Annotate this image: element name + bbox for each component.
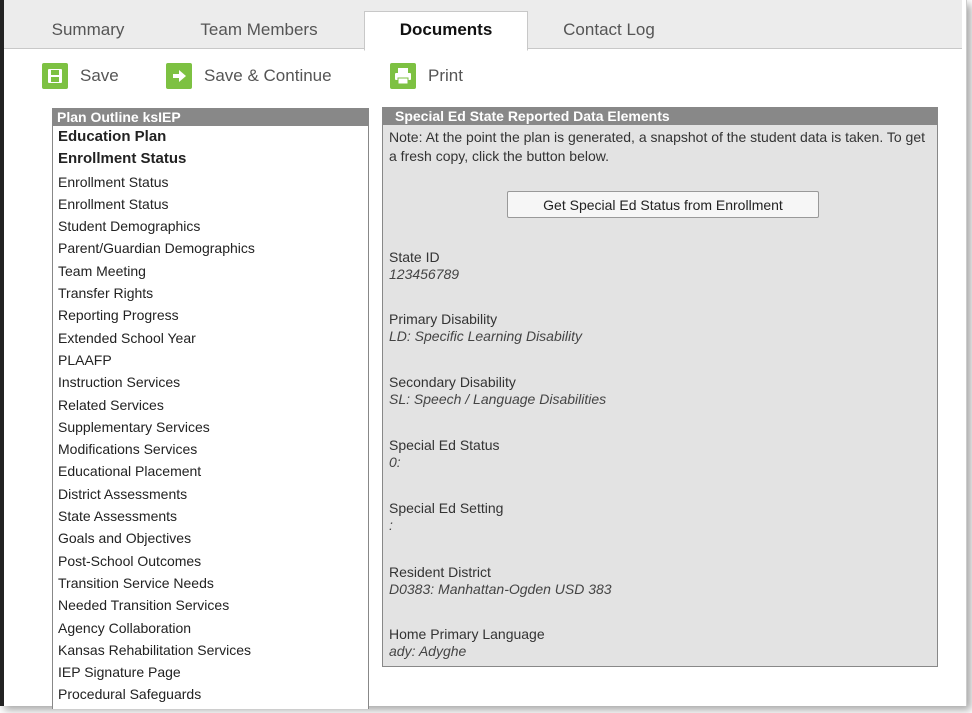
field-state-id: State ID 123456789: [389, 249, 459, 283]
outline-item-enrollment-status[interactable]: Enrollment Status: [53, 171, 368, 193]
field-secondary-disability: Secondary Disability SL: Speech / Langua…: [389, 374, 606, 408]
outline-item-educational-placement[interactable]: Educational Placement: [53, 460, 368, 482]
outline-item-reporting-progress[interactable]: Reporting Progress: [53, 304, 368, 326]
save-continue-label: Save & Continue: [204, 66, 332, 85]
field-label: Special Ed Setting: [389, 500, 504, 516]
field-resident-district: Resident District D0383: Manhattan-Ogden…: [389, 564, 612, 598]
state-reported-data-panel: Special Ed State Reported Data Elements …: [382, 107, 938, 667]
outline-item-modifications-services[interactable]: Modifications Services: [53, 438, 368, 460]
save-label: Save: [80, 66, 119, 85]
tab-documents[interactable]: Documents: [364, 11, 528, 51]
field-home-primary-language: Home Primary Language ady: Adyghe: [389, 626, 545, 660]
field-label: Home Primary Language: [389, 626, 545, 642]
field-label: Primary Disability: [389, 311, 498, 327]
outline-item-instruction-services[interactable]: Instruction Services: [53, 371, 368, 393]
save-icon: [42, 63, 68, 89]
outline-list: Education Plan Enrollment Status Enrollm…: [53, 126, 368, 706]
print-label: Print: [428, 66, 463, 85]
field-special-ed-status: Special Ed Status 0:: [389, 437, 500, 471]
save-continue-button[interactable]: Save & Continue: [166, 61, 332, 91]
outline-item-needed-transition-services[interactable]: Needed Transition Services: [53, 594, 368, 616]
tab-bar: Summary Team Members Documents Contact L…: [4, 0, 962, 51]
field-special-ed-setting: Special Ed Setting :: [389, 500, 503, 534]
arrow-right-icon: [166, 63, 192, 89]
outline-item-related-services[interactable]: Related Services: [53, 394, 368, 416]
get-special-ed-status-button[interactable]: Get Special Ed Status from Enrollment: [507, 191, 819, 218]
plan-outline-title: Plan Outline ksIEP: [53, 109, 368, 126]
outline-item-state-assessments[interactable]: State Assessments: [53, 505, 368, 527]
field-label: Secondary Disability: [389, 374, 516, 390]
tab-contact-log[interactable]: Contact Log: [549, 12, 669, 48]
plan-outline-panel: Plan Outline ksIEP Education Plan Enroll…: [52, 108, 369, 709]
toolbar: Save Save & Continue Print: [4, 56, 962, 96]
outline-item-procedural-safeguards[interactable]: Procedural Safeguards: [53, 683, 368, 705]
outline-item-team-meeting[interactable]: Team Meeting: [53, 260, 368, 282]
outline-item-iep-signature-page[interactable]: IEP Signature Page: [53, 661, 368, 683]
tab-summary[interactable]: Summary: [38, 12, 138, 48]
field-label: Resident District: [389, 564, 491, 580]
field-value: SL: Speech / Language Disabilities: [389, 391, 607, 407]
field-value: 0:: [389, 454, 401, 470]
field-value: D0383: Manhattan-Ogden USD 383: [389, 581, 612, 597]
field-label: Special Ed Status: [389, 437, 500, 453]
field-primary-disability: Primary Disability LD: Specific Learning…: [389, 311, 582, 345]
printer-icon: [390, 63, 416, 89]
outline-item-district-assessments[interactable]: District Assessments: [53, 483, 368, 505]
field-label: State ID: [389, 249, 440, 265]
outline-item-transfer-rights[interactable]: Transfer Rights: [53, 282, 368, 304]
outline-item-agency-collaboration[interactable]: Agency Collaboration: [53, 617, 368, 639]
outline-item-plaafp[interactable]: PLAAFP: [53, 349, 368, 371]
outline-item-education-plan[interactable]: Education Plan: [53, 126, 368, 148]
field-value: :: [389, 517, 393, 533]
app-frame: Summary Team Members Documents Contact L…: [0, 0, 967, 709]
field-value: ady: Adyghe: [389, 643, 467, 659]
outline-item-extended-school-year[interactable]: Extended School Year: [53, 327, 368, 349]
save-button[interactable]: Save: [42, 61, 119, 91]
outline-item-goals-and-objectives[interactable]: Goals and Objectives: [53, 527, 368, 549]
outline-item-enrollment-status-header[interactable]: Enrollment Status: [53, 148, 368, 170]
panel-title: Special Ed State Reported Data Elements: [383, 108, 937, 125]
tab-team-members[interactable]: Team Members: [184, 12, 334, 48]
outline-item-parent-guardian-demographics[interactable]: Parent/Guardian Demographics: [53, 237, 368, 259]
outline-item-student-demographics[interactable]: Student Demographics: [53, 215, 368, 237]
outline-item-enrollment-status[interactable]: Enrollment Status: [53, 193, 368, 215]
outline-item-kansas-rehabilitation-services[interactable]: Kansas Rehabilitation Services: [53, 639, 368, 661]
field-value: 123456789: [389, 266, 460, 282]
outline-item-supplementary-services[interactable]: Supplementary Services: [53, 416, 368, 438]
outline-item-post-school-outcomes[interactable]: Post-School Outcomes: [53, 550, 368, 572]
outline-item-transition-service-needs[interactable]: Transition Service Needs: [53, 572, 368, 594]
snapshot-note: Note: At the point the plan is generated…: [389, 129, 926, 164]
print-button[interactable]: Print: [390, 61, 463, 91]
field-value: LD: Specific Learning Disability: [389, 328, 582, 344]
